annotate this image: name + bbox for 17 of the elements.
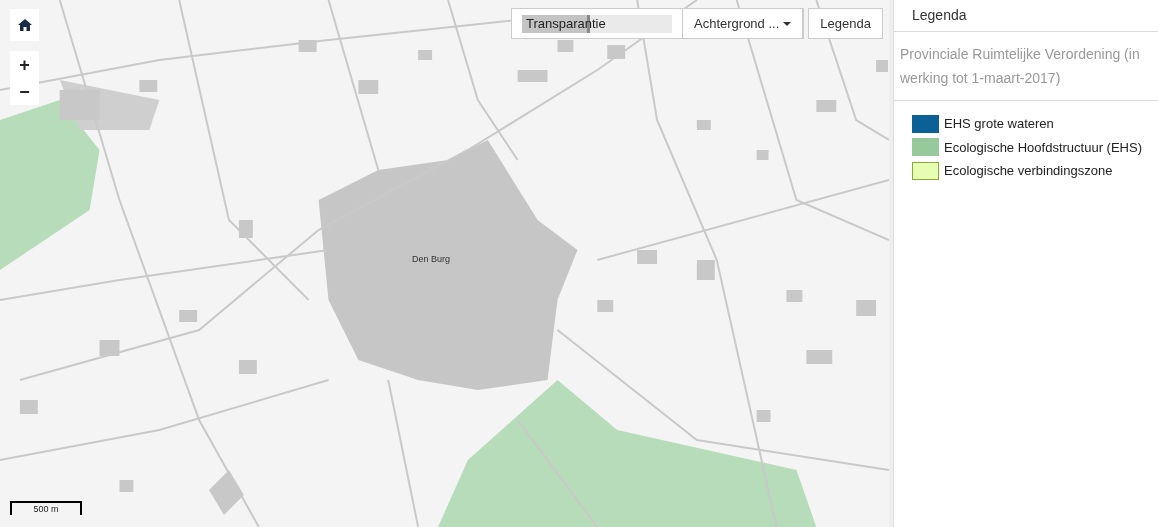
legend-title: Legenda xyxy=(912,6,967,25)
map-canvas[interactable]: Den Burg + − Transparantie Achtergrond ... Legenda 500 m xyxy=(0,0,893,527)
home-button[interactable] xyxy=(10,9,39,41)
legend-label: Ecologische verbindingszone xyxy=(944,162,1113,180)
layer-title: Provinciale Ruimtelijke Verordening (in werking tot 1-maart-2017) xyxy=(900,46,1140,86)
zoom-in-button[interactable]: + xyxy=(10,51,39,78)
slider-label: Transparantie xyxy=(526,14,606,33)
home-icon xyxy=(17,19,32,31)
scale-bar: 500 m xyxy=(10,501,82,515)
legend-button[interactable]: Legenda xyxy=(808,8,883,39)
legend-label: EHS grote wateren xyxy=(944,115,1054,133)
background-dropdown[interactable]: Achtergrond ... xyxy=(683,9,804,38)
place-label: Den Burg xyxy=(412,253,451,266)
legend-label: Ecologische Hoofdstructuur (EHS) xyxy=(944,138,1142,157)
caret-icon xyxy=(783,21,792,26)
zoom-out-button[interactable]: − xyxy=(10,78,39,105)
transparency-slider[interactable]: Transparantie xyxy=(522,14,672,33)
